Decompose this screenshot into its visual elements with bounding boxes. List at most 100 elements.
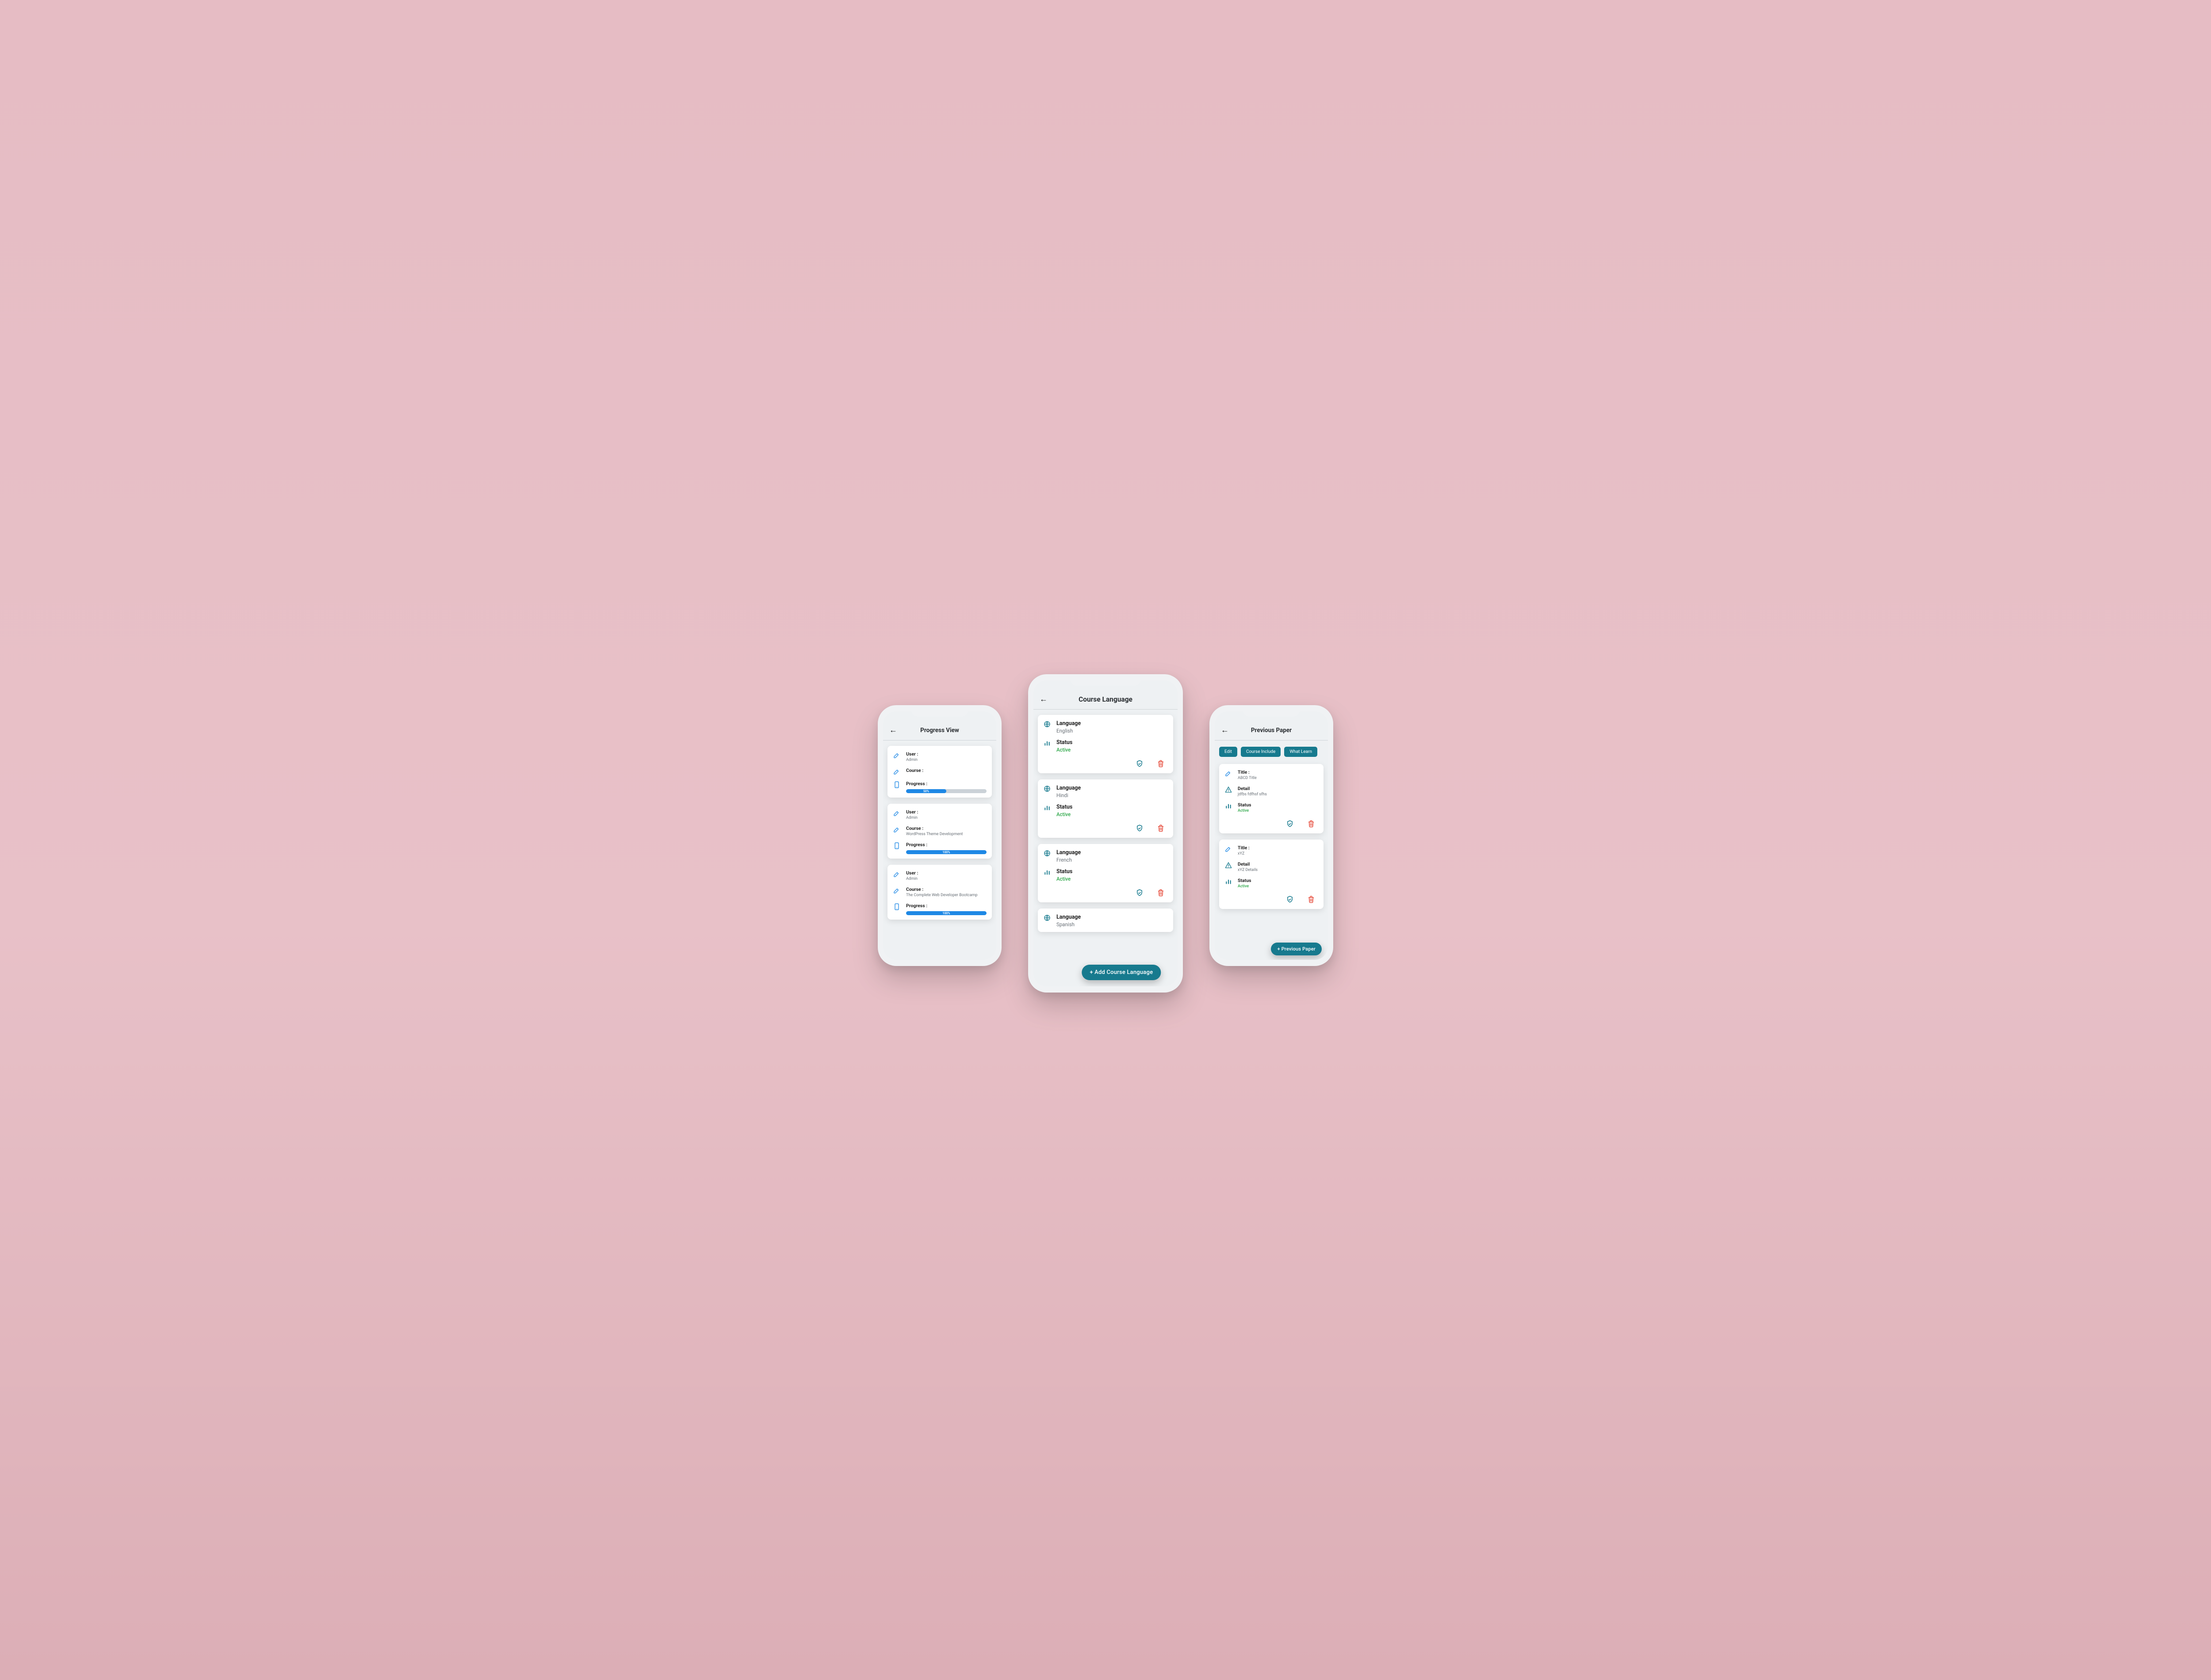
pencil-icon — [1224, 769, 1232, 777]
bars-icon — [1224, 878, 1232, 886]
app-bar: ← Previous Paper — [1215, 721, 1328, 741]
bars-icon — [1224, 802, 1232, 810]
globe-icon — [1043, 785, 1051, 793]
pencil-icon — [1224, 845, 1232, 853]
course-label: Course : — [906, 825, 987, 831]
detail-label: Detail — [1238, 861, 1318, 867]
progress-label: Progress : — [906, 781, 987, 787]
status-value: Active — [1238, 884, 1318, 889]
trash-icon[interactable] — [1307, 819, 1316, 828]
phone-language: ← Course Language Language English — [1028, 674, 1183, 993]
pencil-icon — [893, 870, 901, 878]
bars-icon — [1043, 868, 1051, 876]
trash-icon[interactable] — [1156, 824, 1165, 832]
language-value: Spanish — [1056, 921, 1168, 928]
pencil-icon — [893, 767, 901, 775]
app-bar: ← Progress View — [883, 721, 996, 741]
status-label: Status — [1238, 802, 1318, 808]
edit-icon[interactable] — [1135, 888, 1144, 897]
trash-icon[interactable] — [1156, 759, 1165, 768]
language-value: English — [1056, 728, 1168, 734]
language-card: Language Spanish — [1038, 909, 1173, 932]
back-icon[interactable]: ← — [889, 725, 897, 735]
bars-icon — [1043, 804, 1051, 812]
progress-text: 100% — [942, 912, 950, 915]
user-value: Admin — [906, 816, 987, 820]
phone-icon — [893, 842, 901, 850]
chip-what-learn[interactable]: What Learn — [1284, 747, 1317, 757]
phone-progress: ← Progress View User : Admin — [878, 705, 1002, 966]
pencil-icon — [893, 809, 901, 817]
screen: ← Course Language Language English — [1033, 680, 1178, 986]
status-value: Active — [1238, 809, 1318, 813]
screen: ← Progress View User : Admin — [883, 711, 996, 960]
content: Edit Course Include What Learn Title : A… — [1215, 741, 1328, 960]
warn-icon — [1224, 861, 1232, 869]
language-card: Language Hindi Status Active — [1038, 779, 1173, 838]
title-value: xYZ — [1238, 851, 1318, 856]
back-icon[interactable]: ← — [1040, 695, 1048, 704]
page-title: Previous Paper — [1215, 727, 1328, 734]
page-title: Progress View — [883, 727, 996, 734]
language-label: Language — [1056, 914, 1168, 920]
progress-fill: 100% — [906, 911, 987, 915]
app-bar: ← Course Language — [1033, 690, 1178, 710]
edit-icon[interactable] — [1285, 819, 1294, 828]
content: User : Admin Course : — [883, 741, 996, 960]
status-value: Active — [1056, 811, 1168, 817]
pencil-icon — [893, 751, 901, 759]
progress-label: Progress : — [906, 842, 987, 848]
user-label: User : — [906, 751, 987, 757]
notch — [1070, 674, 1141, 686]
phone-previous: ← Previous Paper Edit Course Include Wha… — [1209, 705, 1333, 966]
screen: ← Previous Paper Edit Course Include Wha… — [1215, 711, 1328, 960]
title-label: Title : — [1238, 845, 1318, 851]
detail-value: jdfbs fdfhsf sfhs — [1238, 792, 1318, 797]
phone-icon — [893, 781, 901, 789]
chip-edit[interactable]: Edit — [1219, 747, 1237, 757]
page-title: Course Language — [1033, 695, 1178, 703]
progress-bar: 100% — [906, 850, 987, 854]
status-value: Active — [1056, 876, 1168, 882]
title-label: Title : — [1238, 769, 1318, 775]
edit-icon[interactable] — [1135, 824, 1144, 832]
globe-icon — [1043, 914, 1051, 922]
paper-card: Title : ABCD Title Detail jdfbs fdfhsf s… — [1219, 764, 1324, 833]
language-card: Language English Status Active — [1038, 715, 1173, 773]
language-value: Hindi — [1056, 792, 1168, 798]
language-label: Language — [1056, 785, 1168, 791]
detail-value: xYZ Details — [1238, 868, 1318, 872]
add-previous-paper-button[interactable]: + Previous Paper — [1271, 943, 1322, 955]
status-label: Status — [1056, 804, 1168, 810]
trash-icon[interactable] — [1307, 895, 1316, 904]
user-value: Admin — [906, 877, 987, 881]
detail-label: Detail — [1238, 786, 1318, 791]
edit-icon[interactable] — [1285, 895, 1294, 904]
chip-course-include[interactable]: Course Include — [1241, 747, 1281, 757]
chip-bar: Edit Course Include What Learn — [1219, 746, 1324, 758]
language-label: Language — [1056, 720, 1168, 727]
globe-icon — [1043, 849, 1051, 857]
status-label: Status — [1056, 739, 1168, 746]
phone-icon — [893, 903, 901, 911]
progress-text: 100% — [942, 851, 950, 854]
progress-fill: 100% — [906, 850, 987, 854]
user-value: Admin — [906, 758, 987, 762]
user-label: User : — [906, 870, 987, 876]
add-language-button[interactable]: + Add Course Language — [1082, 965, 1161, 980]
progress-fill: 50% — [906, 789, 946, 793]
language-value: French — [1056, 857, 1168, 863]
trash-icon[interactable] — [1156, 888, 1165, 897]
bars-icon — [1043, 739, 1051, 747]
progress-label: Progress : — [906, 903, 987, 909]
title-value: ABCD Title — [1238, 776, 1318, 780]
progress-bar: 50% — [906, 789, 987, 793]
edit-icon[interactable] — [1135, 759, 1144, 768]
course-label: Course : — [906, 767, 987, 773]
status-value: Active — [1056, 747, 1168, 753]
user-label: User : — [906, 809, 987, 815]
back-icon[interactable]: ← — [1221, 725, 1229, 735]
progress-text: 50% — [923, 790, 929, 793]
language-label: Language — [1056, 849, 1168, 856]
progress-card: User : Admin Course : WordPress Theme De… — [887, 804, 992, 859]
